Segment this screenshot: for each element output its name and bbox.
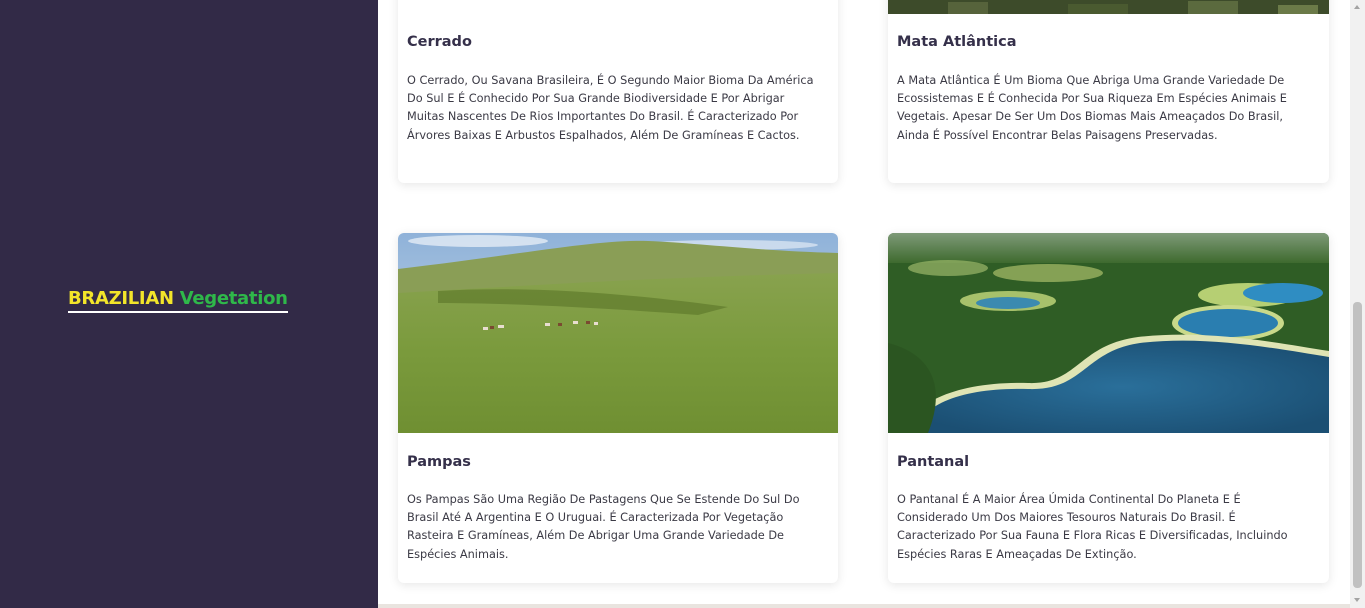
- sidebar: BRAZILIAN Vegetation: [0, 0, 378, 604]
- pantanal-image: [888, 233, 1329, 433]
- biome-card-mata-atlantica: Mata Atlântica A Mata Atlântica É Um Bio…: [888, 0, 1329, 183]
- card-title: Cerrado: [407, 34, 472, 50]
- vertical-scrollbar[interactable]: [1350, 0, 1365, 608]
- sidebar-bottom-edge: [0, 604, 378, 608]
- brand-logo-link[interactable]: BRAZILIAN Vegetation: [68, 288, 288, 313]
- card-description: A Mata Atlântica É Um Bioma Que Abriga U…: [897, 74, 1287, 142]
- biome-card-cerrado: Cerrado O Cerrado, Ou Savana Brasileira,…: [398, 0, 838, 183]
- card-description: O Cerrado, Ou Savana Brasileira, É O Seg…: [407, 74, 814, 142]
- brand-word-brazilian: BRAZILIAN: [68, 288, 174, 309]
- biome-cards-section: Cerrado O Cerrado, Ou Savana Brasileira,…: [378, 0, 1350, 604]
- card-description: Os Pampas São Uma Região De Pastagens Qu…: [407, 493, 800, 561]
- mata-atlantica-image: [888, 0, 1329, 14]
- scrollbar-thumb[interactable]: [1353, 302, 1362, 588]
- brand-word-vegetation: Vegetation: [179, 288, 288, 309]
- card-description: O Pantanal É A Maior Área Úmida Continen…: [897, 493, 1288, 561]
- biome-card-pantanal: Pantanal O Pantanal É A Maior Área Úmida…: [888, 233, 1329, 583]
- scroll-down-arrow-icon[interactable]: [1354, 598, 1360, 602]
- page-bottom-edge: [0, 604, 1350, 608]
- card-title: Pantanal: [897, 454, 970, 470]
- card-title: Mata Atlântica: [897, 34, 1017, 50]
- card-title: Pampas: [407, 454, 471, 470]
- pampas-image: [398, 233, 838, 433]
- scroll-up-arrow-icon[interactable]: [1354, 5, 1360, 9]
- biome-card-pampas: Pampas Os Pampas São Uma Região De Pasta…: [398, 233, 838, 583]
